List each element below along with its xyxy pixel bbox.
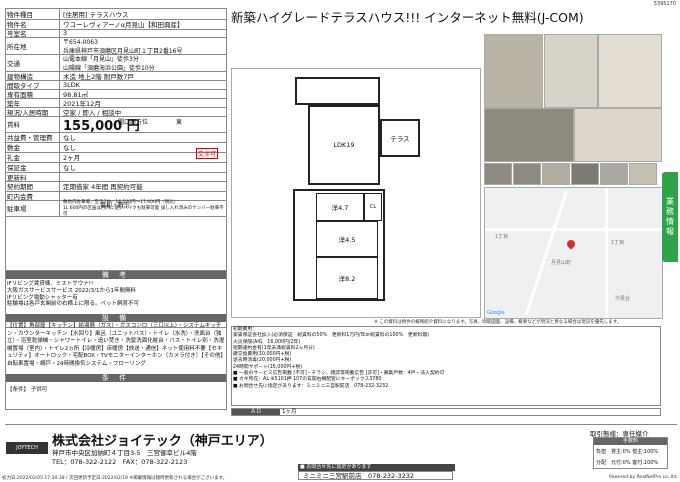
table-row: 賃料 155,000 円 <box>5 116 227 134</box>
table-row-label: 保証金 <box>5 162 60 172</box>
floorplan-room-3: 洋8.2 <box>316 257 378 299</box>
table-row-value: 敷地内駐車場／空き7台／16,500円～17,600円（税込） 1L 600円の… <box>63 200 224 217</box>
company-logo: JOYTECH <box>6 442 48 454</box>
table-row-label: 契約期間 <box>5 181 60 191</box>
floorplan-upper-top <box>295 77 380 105</box>
notes-box <box>5 270 227 410</box>
thumbnail[interactable] <box>542 163 570 185</box>
table-row-label: 物件種目 <box>5 9 60 19</box>
ad-row: ＡＤ 1ヶ月 <box>231 408 661 416</box>
floorplan-terrace: テラス <box>380 119 420 157</box>
thumbnail[interactable] <box>513 163 541 185</box>
floorplan: LDK19 テラス 洋4.7 洋4.5 洋8.2 CL <box>231 68 481 318</box>
map-pin-icon <box>565 238 577 250</box>
table-row-label: 交通 <box>5 54 60 71</box>
table-row-label: 共益費・管理費 <box>5 132 60 142</box>
table-row-label: 号室名 <box>5 29 60 38</box>
thumbnail[interactable] <box>571 163 599 185</box>
business-info-text: 初期費用： 家賃保証会社加入(必須保証 総賃料の50% 更新料1万円/年or総賃… <box>233 327 445 389</box>
opening-label: 開口部方位 <box>118 119 149 126</box>
guarantee-label: 償却・敷引 <box>100 202 131 209</box>
negotiable-badge: 交渉可 <box>196 148 219 159</box>
document-id: 5395170 <box>653 1 676 7</box>
table-row-value <box>60 172 227 181</box>
table-row-value: ワコーレヴィアーノα月見山【和田興産】 <box>63 21 184 29</box>
table-row-value: [住居用] テラスハウス <box>63 11 129 19</box>
table-row-label: 所在地 <box>5 37 60 54</box>
table-row-value: 木造 地上2階 耐戸数7戸 <box>63 72 134 81</box>
photo-bathroom <box>544 34 598 108</box>
footer-powered-by: Powered by RealNetPro co.,ltd. <box>609 475 678 480</box>
floorplan-closet: CL <box>364 193 382 221</box>
contact-head: ■ お問合せ先に指定があります <box>298 464 455 471</box>
table-row: 所在地 〒654-0063 兵庫県神戸市須磨区月見山町１丁目2番16号 <box>5 37 227 55</box>
table-row-label: 賃料 <box>5 116 60 132</box>
table-row-label: 更新料 <box>5 172 60 182</box>
thumbnail[interactable] <box>600 163 628 185</box>
photo-room <box>598 34 662 108</box>
table-row-value: 山電本線「月見山」徒歩3分 山陽線「須磨海浜公園」徒歩10分 <box>63 55 155 72</box>
floorplan-ldk: LDK19 <box>308 105 380 185</box>
footer-note: 初力日:2022/02/05 17:30:38 / 次回更新予定日:2022/0… <box>2 476 228 481</box>
table-row-label: 礼金 <box>5 152 60 162</box>
floorplan-room-1: 洋4.7 <box>316 193 364 221</box>
map[interactable]: 1丁目 月見山町 1丁目 汐見台 Google <box>484 187 663 319</box>
floorplan-room-2: 洋4.5 <box>316 221 378 257</box>
table-row-value: 定期借家 4年間 再契約可能 <box>63 183 143 191</box>
table-row: 交通 山電本線「月見山」徒歩3分 山陽線「須磨海浜公園」徒歩10分 <box>5 54 227 72</box>
table-row-value: 〒654-0063 兵庫県神戸市須磨区月見山町１丁目2番16号 <box>63 38 183 55</box>
thumbnail[interactable] <box>484 163 512 185</box>
table-row-label: 敷金 <box>5 142 60 152</box>
table-row-label: 町内会費 <box>5 191 60 201</box>
fee-table: 手数料 負担 貸主:0% 借主:100% 分配 元付:0% 客付:100% <box>593 437 668 469</box>
company-tel: TEL：078-322-2122 FAX：078-322-2123 <box>52 458 188 466</box>
headline: 新築ハイグレードテラスハウス!!! インターネット無料(J-COM) <box>231 10 584 25</box>
opening-value: 東 <box>176 119 183 126</box>
table-row-value: なし <box>63 164 76 172</box>
business-info-tab[interactable]: 業務情報 <box>662 172 678 262</box>
table-row-label: 現況/入居時期 <box>5 107 60 117</box>
table-row-label: 駐車場 <box>5 200 60 216</box>
contact-body: ミニミニ三宮駅前店 078-232-3232 <box>298 471 453 480</box>
thumbnail[interactable] <box>629 163 657 185</box>
photo-interior <box>574 108 662 162</box>
table-row-value: なし <box>63 134 76 142</box>
photo-living <box>484 108 574 162</box>
photo-exterior <box>484 34 543 108</box>
